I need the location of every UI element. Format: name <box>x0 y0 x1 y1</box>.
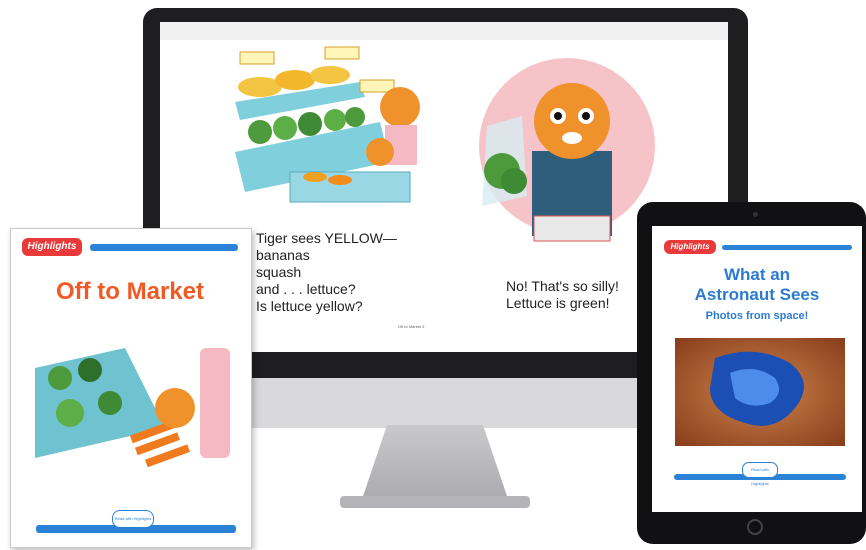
sign-bananas <box>239 51 275 65</box>
space-photo <box>675 338 845 446</box>
tablet-highlights-logo: Highlights <box>664 240 716 254</box>
tablet-subtitle: Photos from space! <box>705 310 809 322</box>
tablet-camera <box>753 212 758 217</box>
right-page-text: No! That's so silly! Lettuce is green! <box>506 278 619 311</box>
left-page-text: Tiger sees YELLOW— bananas squash and . … <box>256 230 397 314</box>
sign-lettuce <box>359 79 395 93</box>
cover-tiger-head <box>155 388 195 428</box>
monitor-foot <box>340 496 530 508</box>
tiger-head <box>534 83 610 159</box>
tablet-read-badge: Read with Highlights <box>742 462 778 486</box>
tablet-home-button[interactable] <box>747 519 763 535</box>
market-illustration <box>235 46 420 203</box>
booklet-top-bar <box>90 244 238 251</box>
tiger-child <box>366 138 394 166</box>
page-folio: Off to Market 3 <box>398 324 425 329</box>
booklet-read-badge: Read with Highlights <box>112 510 154 528</box>
tablet-title-line1: What an <box>723 265 791 284</box>
booklet-cover-illustration <box>35 348 235 468</box>
tablet-top-bar <box>722 245 852 250</box>
tablet-title-line2: Astronaut Sees <box>694 285 820 304</box>
sign-squash <box>324 46 360 60</box>
screen-top-strip <box>160 22 728 40</box>
monitor-stand <box>360 425 510 505</box>
cover-arm <box>200 348 230 458</box>
booklet-highlights-logo: Highlights <box>22 238 82 256</box>
tiger-shorts <box>533 215 611 242</box>
booklet-title: Off to Market <box>55 278 204 305</box>
